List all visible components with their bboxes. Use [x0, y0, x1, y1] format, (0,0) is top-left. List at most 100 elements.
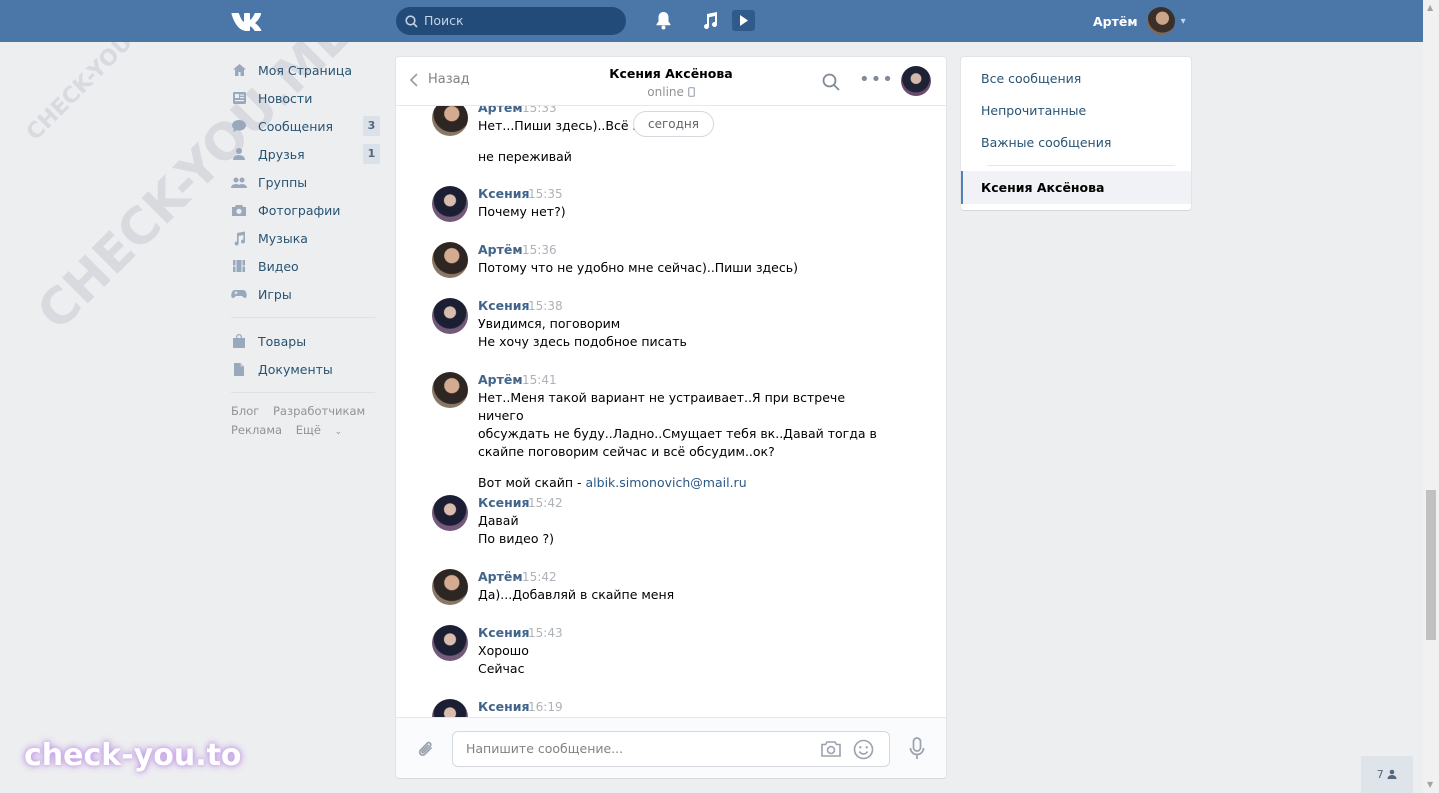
author-avatar[interactable] [432, 495, 468, 531]
message-time[interactable]: 15:36 [522, 243, 557, 257]
music-icon[interactable] [701, 11, 719, 30]
search-input[interactable]: Поиск [396, 7, 626, 35]
author-avatar[interactable] [432, 699, 468, 717]
author-avatar[interactable] [432, 106, 468, 136]
online-count: 7 [1376, 768, 1384, 781]
message-line: обсуждать не буду..Ладно..Смущает тебя в… [478, 426, 877, 441]
messages-filter-menu: Все сообщения Непрочитанные Важные сообщ… [961, 57, 1191, 210]
more-actions-icon[interactable]: ••• [859, 71, 894, 89]
sidebar-item-goods[interactable]: Товары [231, 327, 381, 355]
peer-status-text: online [647, 85, 684, 99]
sidebar-item-label: Товары [258, 333, 307, 349]
online-friends-button[interactable]: 7 [1361, 756, 1413, 793]
sidebar-item-label: Моя Страница [258, 62, 352, 78]
message-author[interactable]: Артём [478, 372, 523, 387]
sidebar-item-music[interactable]: Музыка [231, 224, 381, 252]
sidebar-item-label: Новости [258, 90, 313, 106]
vk-logo-icon[interactable] [231, 10, 265, 32]
message-author[interactable]: Ксения [478, 699, 530, 714]
message-author[interactable]: Ксения [478, 186, 530, 201]
message-text: Потому что не удобно мне сейчас)..Пиши з… [478, 259, 878, 277]
sidebar-item-label: Друзья [258, 146, 305, 162]
peer-avatar[interactable] [901, 66, 931, 96]
message-line: Не хочу здесь подобное писать [478, 334, 687, 349]
message-line: Хорошо [478, 643, 529, 658]
message-time[interactable]: 15:35 [528, 187, 563, 201]
scroll-down-icon[interactable]: ▼ [1427, 780, 1433, 789]
message-time[interactable]: 15:43 [528, 626, 563, 640]
scrollbar-thumb[interactable] [1426, 490, 1436, 640]
skype-link[interactable]: albik.simonovich@mail.ru [586, 475, 747, 490]
message-author[interactable]: Артём [478, 242, 523, 257]
filter-all-messages[interactable]: Все сообщения [981, 71, 1081, 86]
message-line: Почему нет?) [478, 204, 566, 219]
message-line: не переживай [478, 149, 572, 164]
message-line: скайпе поговорим сейчас и всё обсудим..о… [478, 444, 775, 459]
sidebar-item-documents[interactable]: Документы [231, 355, 381, 383]
message-line: Да)...Добавляй в скайпе меня [478, 587, 675, 602]
scroll-up-icon[interactable]: ▲ [1427, 3, 1433, 12]
microphone-icon[interactable] [909, 737, 925, 761]
brand-watermark: check-you.to [24, 738, 242, 773]
message-input-placeholder: Напишите сообщение... [466, 741, 624, 756]
active-chat-name: Ксения Аксёнова [981, 180, 1105, 195]
message-text: Да)...Добавляй в скайпе меня [478, 586, 878, 604]
sidebar-item-messages[interactable]: Сообщения 3 [231, 112, 381, 140]
chat-search-icon[interactable] [822, 73, 840, 91]
author-avatar[interactable] [432, 298, 468, 334]
sidebar-item-friends[interactable]: Друзья 1 [231, 140, 381, 168]
footer-link-more[interactable]: Ещё ⌄ [296, 423, 352, 437]
message-time[interactable]: 15:33 [522, 106, 557, 115]
user-icon [1387, 769, 1397, 779]
author-avatar[interactable] [432, 625, 468, 661]
author-avatar[interactable] [432, 242, 468, 278]
message-text: Нет..Меня такой вариант не устраивает..Я… [478, 389, 878, 492]
user-menu[interactable]: Артём ▾ [1093, 0, 1186, 42]
footer-link-ads[interactable]: Реклама [231, 423, 282, 437]
sidebar-divider [231, 392, 375, 393]
filter-important[interactable]: Важные сообщения [981, 135, 1111, 150]
chat-header: Назад Ксения Аксёнова online ••• [396, 57, 946, 106]
bag-icon [231, 333, 247, 349]
sidebar-item-news[interactable]: Новости [231, 84, 381, 112]
document-icon [231, 361, 247, 377]
author-avatar[interactable] [432, 186, 468, 222]
top-bar: Поиск Артём ▾ [0, 0, 1423, 42]
message-time[interactable]: 15:41 [522, 373, 557, 387]
filter-unread[interactable]: Непрочитанные [981, 103, 1086, 118]
message-author[interactable]: Артём [478, 106, 523, 115]
page-scrollbar[interactable]: ▲ ▼ [1423, 0, 1439, 793]
sidebar-item-label: Сообщения [258, 118, 334, 134]
message-author[interactable]: Ксения [478, 495, 530, 510]
footer-link-blog[interactable]: Блог [231, 404, 259, 418]
message-time[interactable]: 15:38 [528, 299, 563, 313]
author-avatar[interactable] [432, 372, 468, 408]
sidebar-divider [231, 317, 375, 318]
attach-icon[interactable] [416, 739, 436, 761]
sidebar-item-groups[interactable]: Группы [231, 168, 381, 196]
play-icon[interactable] [732, 10, 755, 31]
friends-count-badge: 1 [363, 144, 380, 164]
message-time[interactable]: 16:19 [528, 700, 563, 714]
message-time[interactable]: 15:42 [522, 570, 557, 584]
sidebar-item-photos[interactable]: Фотографии [231, 196, 381, 224]
active-chat-item[interactable]: Ксения Аксёнова [961, 171, 1191, 204]
message-line: По видео ?) [478, 531, 554, 546]
bell-icon[interactable] [655, 11, 672, 30]
author-avatar[interactable] [432, 569, 468, 605]
message-author[interactable]: Ксения [478, 298, 530, 313]
message-author[interactable]: Артём [478, 569, 523, 584]
camera-icon[interactable] [820, 740, 842, 758]
menu-divider [987, 165, 1175, 166]
date-divider-today: сегодня [633, 111, 714, 137]
message-text: Увидимся, поговорим Не хочу здесь подобн… [478, 315, 878, 351]
sidebar-item-games[interactable]: Игры [231, 280, 381, 308]
footer-more-label: Ещё [295, 423, 321, 437]
footer-link-developers[interactable]: Разработчикам [273, 404, 365, 418]
sidebar-item-video[interactable]: Видео [231, 252, 381, 280]
message-time[interactable]: 15:42 [528, 496, 563, 510]
message-author[interactable]: Ксения [478, 625, 530, 640]
sidebar-item-label: Музыка [258, 230, 308, 246]
sidebar-item-my-page[interactable]: Моя Страница [231, 56, 381, 84]
emoji-icon[interactable] [853, 739, 874, 760]
